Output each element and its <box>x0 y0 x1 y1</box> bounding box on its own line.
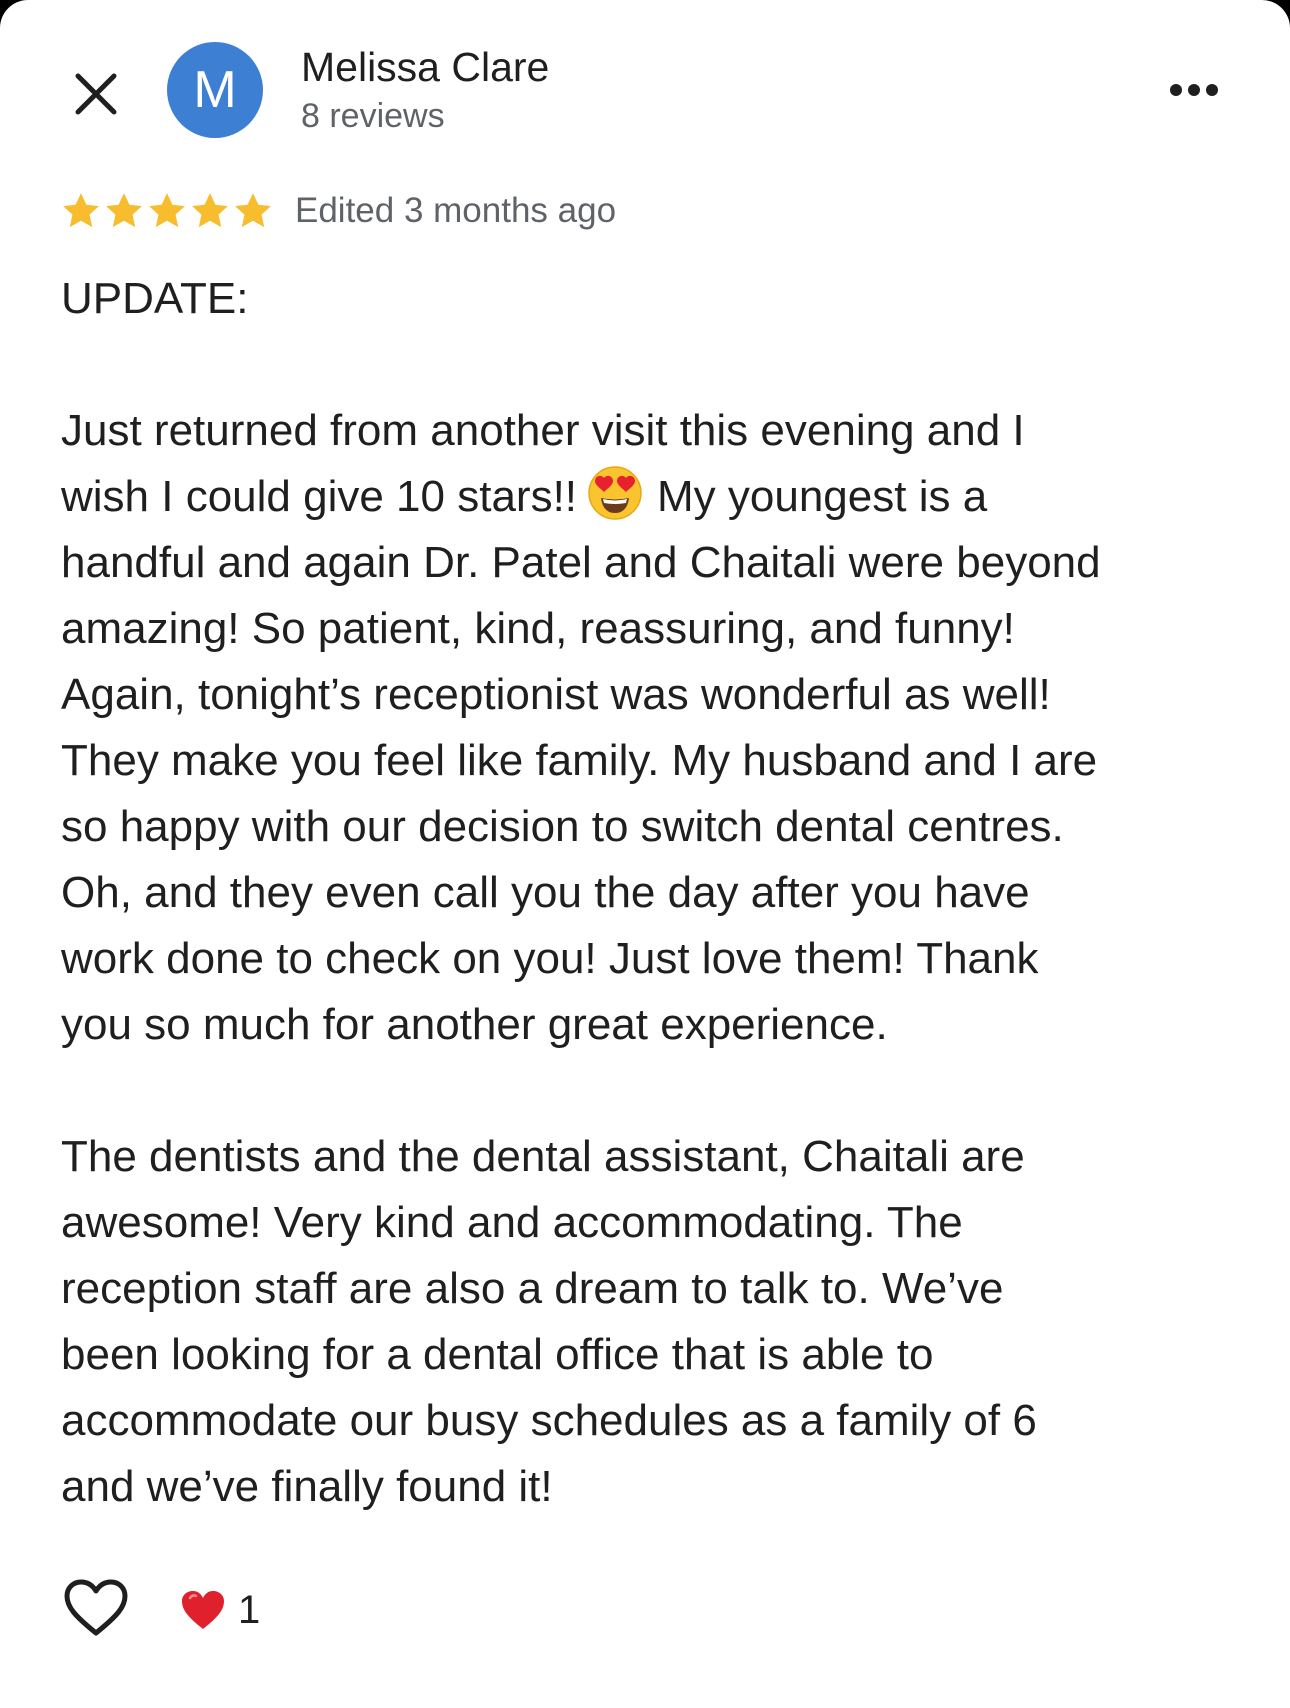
review-text: UPDATE: Just returned from another visit… <box>61 266 1241 1520</box>
review-line: amazing! So patient, kind, reassuring, a… <box>61 604 1015 653</box>
review-line: so happy with our decision to switch den… <box>61 802 1064 851</box>
review-line-with-emoji: wish I could give 10 stars!! My youngest… <box>61 464 1241 530</box>
review-line-segment: My youngest is a <box>657 472 988 521</box>
star-icon <box>149 193 185 228</box>
like-button[interactable] <box>63 1578 129 1638</box>
more-horiz-icon <box>1170 84 1218 96</box>
review-line: you so much for another great experience… <box>61 1000 888 1049</box>
close-icon <box>75 73 117 115</box>
star-rating <box>60 190 274 234</box>
red-heart-icon <box>182 1591 224 1629</box>
review-line: and we’ve finally found it! <box>61 1462 553 1511</box>
review-line: Oh, and they even call you the day after… <box>61 868 1030 917</box>
heart-outline-icon <box>64 1579 128 1636</box>
review-sheet: M Melissa Clare 8 reviews Edited 3 month… <box>0 0 1290 1708</box>
review-timestamp: Edited 3 months ago <box>295 191 617 230</box>
review-line: They make you feel like family. My husba… <box>61 736 1098 785</box>
star-icon <box>192 193 228 228</box>
review-line: reception staff are also a dream to talk… <box>61 1264 1004 1313</box>
review-line: been looking for a dental office that is… <box>61 1330 934 1379</box>
review-line: The dentists and the dental assistant, C… <box>61 1132 1025 1181</box>
review-line: handful and again Dr. Patel and Chaitali… <box>61 538 1101 587</box>
review-line-segment: wish I could give 10 stars!! <box>61 472 578 521</box>
review-line: accommodate our busy schedules as a fami… <box>61 1396 1037 1445</box>
star-icon <box>106 193 142 228</box>
more-options-button[interactable] <box>1162 70 1226 110</box>
close-button[interactable] <box>64 62 128 126</box>
review-line: Again, tonight’s receptionist was wonder… <box>61 670 1051 719</box>
review-line: Just returned from another visit this ev… <box>61 406 1025 455</box>
author-name[interactable]: Melissa Clare <box>301 44 549 91</box>
reaction-summary[interactable]: 1 <box>180 1585 260 1635</box>
reaction-count: 1 <box>238 1587 261 1632</box>
avatar-initial: M <box>193 61 237 119</box>
update-heading: UPDATE: <box>61 274 249 323</box>
star-icon <box>235 193 271 228</box>
avatar[interactable]: M <box>167 42 263 138</box>
review-count: 8 reviews <box>301 97 445 135</box>
review-line: awesome! Very kind and accommodating. Th… <box>61 1198 963 1247</box>
review-line: work done to check on you! Just love the… <box>61 934 1039 983</box>
star-icon <box>63 193 99 228</box>
heart-eyes-emoji-icon <box>588 466 642 520</box>
